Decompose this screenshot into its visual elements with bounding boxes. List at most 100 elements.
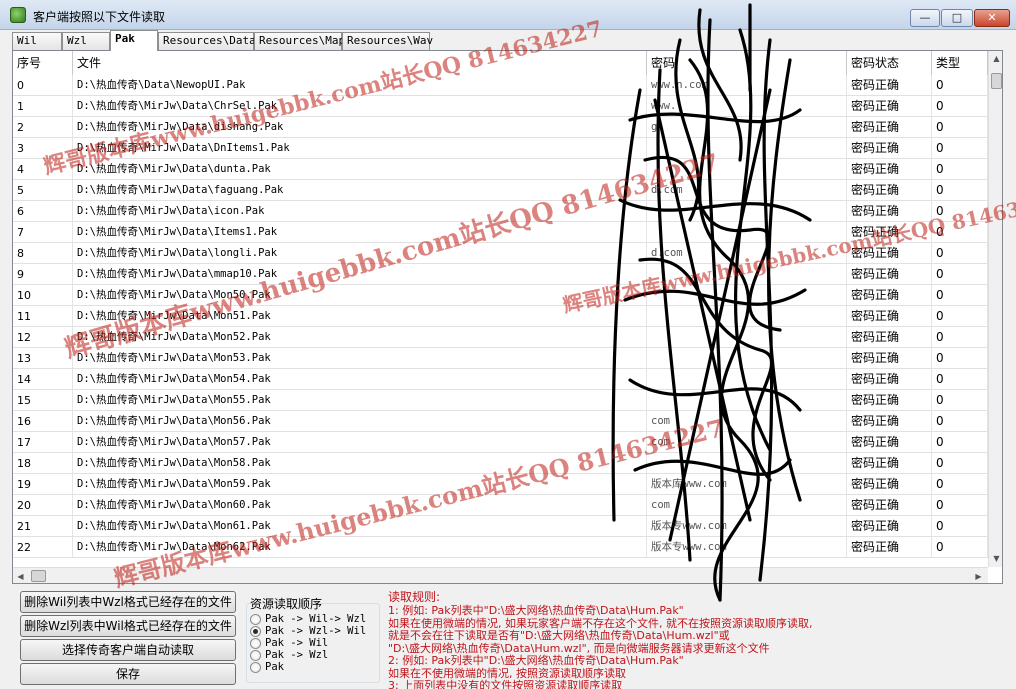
tab-resources-data[interactable]: Resources\Data: [158, 32, 256, 50]
row-index[interactable]: 14: [13, 369, 73, 390]
table-row[interactable]: 1 D:\热血传奇\MirJw\Data\ChrSel.Pak www. 密码正确 0: [13, 96, 988, 117]
row-index[interactable]: 5: [13, 180, 73, 201]
row-type[interactable]: 0: [932, 453, 988, 474]
table-row[interactable]: 13 D:\热血传奇\MirJw\Data\Mon53.Pak 密码正确 0: [13, 348, 988, 369]
row-password[interactable]: [647, 306, 847, 327]
row-type[interactable]: 0: [932, 495, 988, 516]
row-password[interactable]: [647, 285, 847, 306]
row-type[interactable]: 0: [932, 138, 988, 159]
table-row[interactable]: 11 D:\热血传奇\MirJw\Data\Mon51.Pak 密码正确 0: [13, 306, 988, 327]
table-row[interactable]: 2 D:\热血传奇\MirJw\Data\dishang.Pak g 密码正确 0: [13, 117, 988, 138]
row-index[interactable]: 17: [13, 432, 73, 453]
tab-resources-wav[interactable]: Resources\Wav: [342, 32, 433, 50]
radio-button-icon[interactable]: [250, 613, 261, 625]
table-row[interactable]: 5 D:\热血传奇\MirJw\Data\faguang.Pak d.com 密码正确…: [13, 180, 988, 201]
row-password[interactable]: www.: [647, 96, 847, 117]
table-row[interactable]: 8 D:\热血传奇\MirJw\Data\longli.Pak d.com 密码正确 0: [13, 243, 988, 264]
row-file[interactable]: D:\热血传奇\MirJw\Data\Mon59.Pak: [73, 474, 647, 495]
row-index[interactable]: 22: [13, 537, 73, 558]
row-password[interactable]: [647, 348, 847, 369]
row-type[interactable]: 0: [932, 390, 988, 411]
scroll-right-icon[interactable]: ▶: [971, 569, 986, 583]
row-type[interactable]: 0: [932, 117, 988, 138]
row-password[interactable]: [647, 453, 847, 474]
resource-order-option[interactable]: Pak -> Wil-> Wzl: [250, 613, 366, 625]
row-file[interactable]: D:\热血传奇\MirJw\Data\dunta.Pak: [73, 159, 647, 180]
row-index[interactable]: 6: [13, 201, 73, 222]
row-index[interactable]: 15: [13, 390, 73, 411]
row-password[interactable]: com: [647, 432, 847, 453]
horizontal-scroll-thumb[interactable]: [31, 570, 46, 582]
row-type[interactable]: 0: [932, 474, 988, 495]
table-row[interactable]: 18 D:\热血传奇\MirJw\Data\Mon58.Pak 密码正确 0: [13, 453, 988, 474]
row-password-status[interactable]: 密码正确: [847, 180, 932, 201]
row-type[interactable]: 0: [932, 75, 988, 96]
row-password[interactable]: [647, 264, 847, 285]
scroll-up-icon[interactable]: ▲: [989, 51, 1002, 66]
row-type[interactable]: 0: [932, 159, 988, 180]
table-row[interactable]: 4 D:\热血传奇\MirJw\Data\dunta.Pak 密码正确 0: [13, 159, 988, 180]
row-index[interactable]: 21: [13, 516, 73, 537]
row-file[interactable]: D:\热血传奇\MirJw\Data\Mon51.Pak: [73, 306, 647, 327]
horizontal-scrollbar[interactable]: ◀ ▶: [13, 567, 988, 583]
row-type[interactable]: 0: [932, 264, 988, 285]
row-password-status[interactable]: 密码正确: [847, 264, 932, 285]
row-password[interactable]: com: [647, 495, 847, 516]
row-password[interactable]: [647, 222, 847, 243]
row-password-status[interactable]: 密码正确: [847, 96, 932, 117]
vertical-scroll-thumb[interactable]: [991, 73, 1002, 89]
row-index[interactable]: 3: [13, 138, 73, 159]
row-password-status[interactable]: 密码正确: [847, 75, 932, 96]
row-file[interactable]: D:\热血传奇\MirJw\Data\Mon58.Pak: [73, 453, 647, 474]
row-file[interactable]: D:\热血传奇\MirJw\Data\Items1.Pak: [73, 222, 647, 243]
row-file[interactable]: D:\热血传奇\MirJw\Data\Mon50.Pak: [73, 285, 647, 306]
row-password-status[interactable]: 密码正确: [847, 411, 932, 432]
row-password[interactable]: 版本库www.com: [647, 474, 847, 495]
tab-pak[interactable]: Pak: [110, 30, 158, 51]
table-row[interactable]: 16 D:\热血传奇\MirJw\Data\Mon56.Pak com 密码正确 0: [13, 411, 988, 432]
row-password-status[interactable]: 密码正确: [847, 537, 932, 558]
radio-button-icon[interactable]: [250, 661, 261, 673]
row-file[interactable]: D:\热血传奇\MirJw\Data\Mon55.Pak: [73, 390, 647, 411]
table-row[interactable]: 9 D:\热血传奇\MirJw\Data\mmap10.Pak 密码正确 0: [13, 264, 988, 285]
resource-order-option[interactable]: Pak -> Wzl-> Wil: [250, 625, 366, 637]
row-password[interactable]: [647, 390, 847, 411]
row-password-status[interactable]: 密码正确: [847, 432, 932, 453]
row-password[interactable]: com: [647, 411, 847, 432]
resource-order-option[interactable]: Pak -> Wil: [250, 637, 328, 649]
table-row[interactable]: 20 D:\热血传奇\MirJw\Data\Mon60.Pak com 密码正确 0: [13, 495, 988, 516]
row-password-status[interactable]: 密码正确: [847, 453, 932, 474]
row-file[interactable]: D:\热血传奇\MirJw\Data\Mon61.Pak: [73, 516, 647, 537]
file-grid[interactable]: 序号 文件 密码 密码状态 类型 0 D:\热血传奇\Data\NewopUI.P…: [12, 50, 1003, 584]
row-password-status[interactable]: 密码正确: [847, 390, 932, 411]
row-file[interactable]: D:\热血传奇\Data\NewopUI.Pak: [73, 75, 647, 96]
table-row[interactable]: 21 D:\热血传奇\MirJw\Data\Mon61.Pak 版本专www.com…: [13, 516, 988, 537]
row-type[interactable]: 0: [932, 201, 988, 222]
row-index[interactable]: 19: [13, 474, 73, 495]
resource-order-option[interactable]: Pak -> Wzl: [250, 649, 328, 661]
tab-wzl[interactable]: Wzl: [62, 32, 110, 50]
table-row[interactable]: 22 D:\热血传奇\MirJw\Data\Mon62.Pak 版本专www.com…: [13, 537, 988, 558]
row-index[interactable]: 8: [13, 243, 73, 264]
row-type[interactable]: 0: [932, 369, 988, 390]
tab-resources-map[interactable]: Resources\Map: [254, 32, 345, 50]
minimize-button[interactable]: —: [910, 9, 940, 27]
row-password[interactable]: www.n.com: [647, 75, 847, 96]
row-file[interactable]: D:\热血传奇\MirJw\Data\icon.Pak: [73, 201, 647, 222]
row-index[interactable]: 4: [13, 159, 73, 180]
close-button[interactable]: ✕: [974, 9, 1010, 27]
row-password-status[interactable]: 密码正确: [847, 306, 932, 327]
table-row[interactable]: 7 D:\热血传奇\MirJw\Data\Items1.Pak 密码正确 0: [13, 222, 988, 243]
table-row[interactable]: 10 D:\热血传奇\MirJw\Data\Mon50.Pak 密码正确 0: [13, 285, 988, 306]
row-password[interactable]: 版本专www.com: [647, 516, 847, 537]
row-index[interactable]: 20: [13, 495, 73, 516]
table-row[interactable]: 12 D:\热血传奇\MirJw\Data\Mon52.Pak 密码正确 0: [13, 327, 988, 348]
row-file[interactable]: D:\热血传奇\MirJw\Data\Mon62.Pak: [73, 537, 647, 558]
row-type[interactable]: 0: [932, 96, 988, 117]
row-index[interactable]: 7: [13, 222, 73, 243]
row-type[interactable]: 0: [932, 348, 988, 369]
row-file[interactable]: D:\热血传奇\MirJw\Data\Mon56.Pak: [73, 411, 647, 432]
row-password-status[interactable]: 密码正确: [847, 243, 932, 264]
table-row[interactable]: 0 D:\热血传奇\Data\NewopUI.Pak www.n.com 密码正确 0: [13, 75, 988, 96]
row-file[interactable]: D:\热血传奇\MirJw\Data\faguang.Pak: [73, 180, 647, 201]
